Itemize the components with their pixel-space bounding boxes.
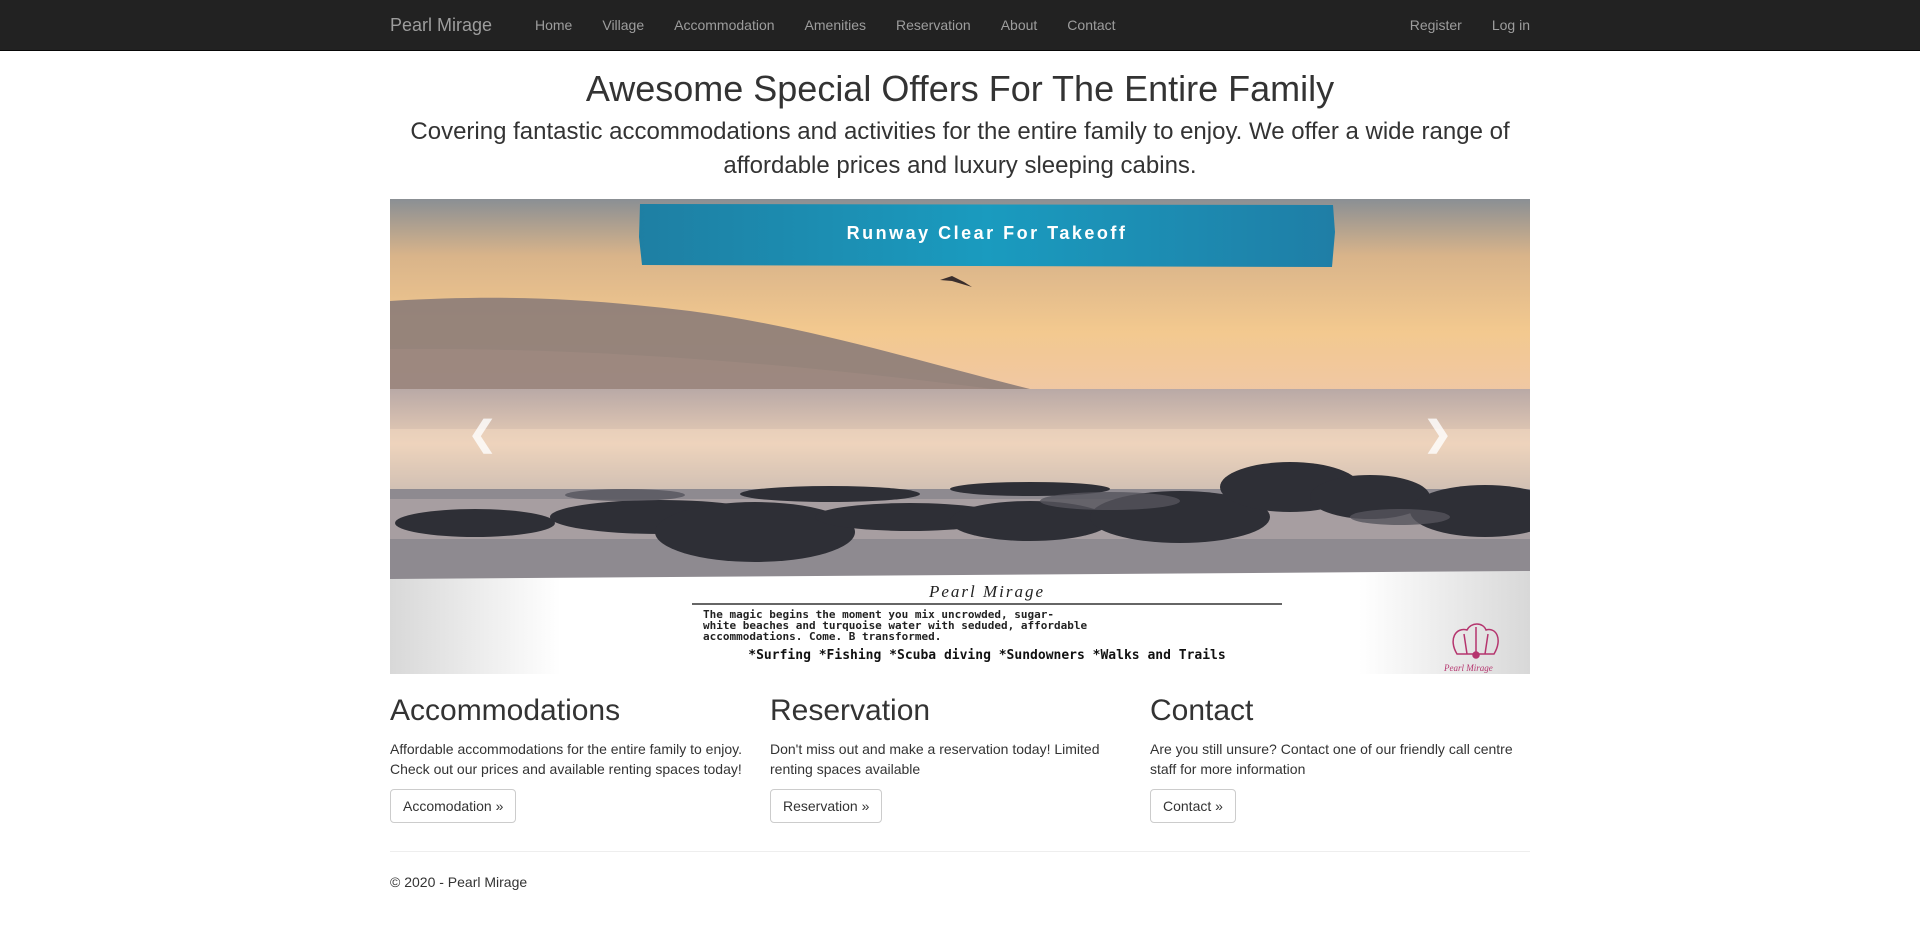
carousel-caption-title: Pearl Mirage <box>928 582 1045 601</box>
account-nav: Register Log in <box>1380 0 1530 50</box>
nav-accommodation[interactable]: Accommodation <box>659 0 789 50</box>
nav-about[interactable]: About <box>986 0 1053 50</box>
nav-register[interactable]: Register <box>1380 0 1462 50</box>
nav-amenities[interactable]: Amenities <box>790 0 881 50</box>
nav-login[interactable]: Log in <box>1462 0 1530 50</box>
brand-link[interactable]: Pearl Mirage <box>390 14 492 36</box>
carousel-logo-text: Pearl Mirage <box>1443 663 1493 673</box>
nav-contact[interactable]: Contact <box>1052 0 1130 50</box>
carousel-slide-image: Runway Clear For Takeoff Pearl Mirage Th… <box>390 199 1530 674</box>
contact-heading: Contact <box>1150 694 1254 727</box>
chevron-left-icon[interactable]: ❮ <box>468 417 497 451</box>
main-content: Awesome Special Offers For The Entire Fa… <box>390 51 1530 890</box>
reservation-button[interactable]: Reservation » <box>770 789 883 823</box>
reservation-text: Don't miss out and make a reservation to… <box>770 741 1100 777</box>
contact-text: Are you still unsure? Contact one of our… <box>1150 741 1513 777</box>
page-footer: © 2020 - Pearl Mirage <box>390 851 1530 890</box>
reservation-heading: Reservation <box>770 694 931 727</box>
contact-button[interactable]: Contact » <box>1150 789 1236 823</box>
accommodations-heading: Accommodations <box>390 694 621 727</box>
accommodations-text: Affordable accommodations for the entire… <box>390 741 742 777</box>
feature-columns: Accommodations Affordable accommodations… <box>390 693 1530 823</box>
chevron-right-icon[interactable]: ❯ <box>1424 417 1453 451</box>
contact-column: Contact Are you still unsure? Contact on… <box>1150 693 1530 823</box>
nav-reservation[interactable]: Reservation <box>881 0 986 50</box>
accommodations-column: Accommodations Affordable accommodations… <box>390 693 770 823</box>
main-nav: Home Village Accommodation Amenities Res… <box>520 0 1131 50</box>
top-navbar: Pearl Mirage Home Village Accommodation … <box>0 0 1920 51</box>
accommodation-button[interactable]: Accomodation » <box>390 789 517 823</box>
image-carousel[interactable]: Runway Clear For Takeoff Pearl Mirage Th… <box>390 199 1530 674</box>
carousel-activities: *Surfing *Fishing *Scuba diving *Sundown… <box>748 648 1225 663</box>
carousel-caption-line3: accommodations. Come. B transformed. <box>703 630 941 643</box>
nav-village[interactable]: Village <box>587 0 659 50</box>
page-lead: Covering fantastic accommodations and ac… <box>410 118 1510 179</box>
carousel-banner-text: Runway Clear For Takeoff <box>847 223 1128 243</box>
nav-home[interactable]: Home <box>520 0 587 50</box>
footer-copyright: © 2020 - Pearl Mirage <box>390 874 528 890</box>
reservation-column: Reservation Don't miss out and make a re… <box>770 693 1150 823</box>
page-title: Awesome Special Offers For The Entire Fa… <box>585 68 1335 109</box>
